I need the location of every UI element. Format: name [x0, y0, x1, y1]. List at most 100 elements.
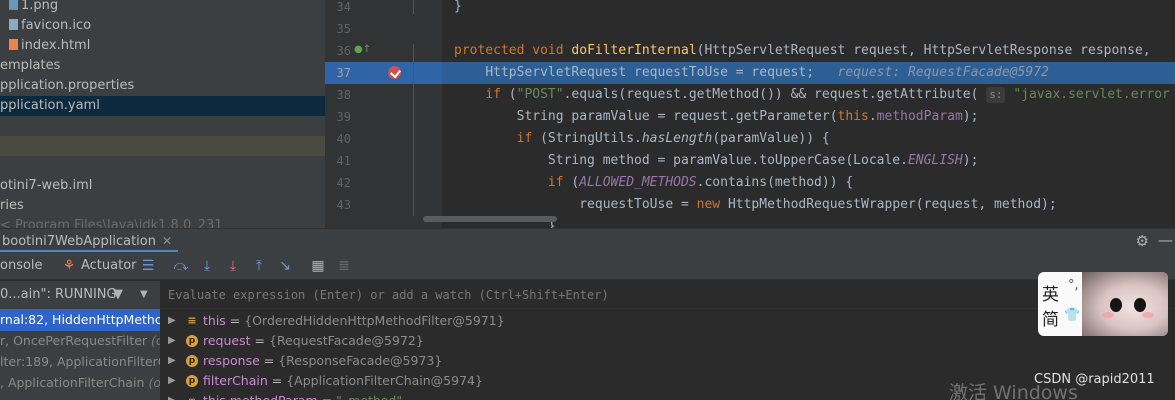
variable-name: filterChain	[203, 373, 268, 388]
code-token: String paramValue = request.getParameter…	[516, 109, 838, 124]
tree-item[interactable]: pplication.yaml	[0, 96, 325, 116]
tree-item[interactable]: index.html	[0, 36, 325, 56]
line-number: 39	[336, 110, 351, 124]
code-token: doFilterInternal	[571, 43, 697, 58]
minimize-icon[interactable]: —	[1158, 231, 1173, 249]
parameter-icon: p	[186, 335, 198, 347]
ime-lang-label: 英	[1042, 285, 1059, 305]
variable-row[interactable]: ▶ ≡ this = {OrderedHiddenHttpMethodFilter@…	[161, 311, 1175, 331]
variable-value: "_method"	[336, 393, 402, 400]
stack-frame-label: r, OncePerRequestFilter	[0, 333, 152, 348]
tree-item-label: pplication.yaml	[0, 98, 100, 113]
code-line[interactable]: requestToUse = new HttpMethodRequestWrap…	[454, 194, 1056, 216]
stack-frame[interactable]: r, OncePerRequestFilter (org	[0, 330, 160, 352]
code-token: if	[547, 175, 572, 190]
layout-menu-icon[interactable]: ☰	[139, 257, 157, 275]
editor-horizontal-scrollbar[interactable]	[423, 216, 557, 222]
tab-debug-session[interactable]: bootini7WebApplication ✕	[0, 229, 179, 253]
step-out-icon[interactable]: ⤒	[250, 257, 268, 275]
code-line[interactable]: }	[454, 0, 462, 18]
code-token: (paramValue)) {	[712, 131, 830, 146]
code-token: "javax.servlet.error	[1013, 87, 1170, 102]
force-step-into-icon[interactable]: ⤓	[224, 257, 242, 275]
code-line[interactable]: if (StringUtils.hasLength(paramValue)) {	[454, 128, 830, 150]
inline-value-hint: request: RequestFacade@5972	[814, 65, 1049, 80]
variable-value: {RequestFacade@5972}	[268, 333, 424, 348]
tree-item[interactable]	[0, 156, 325, 176]
cat-avatar	[1082, 272, 1168, 336]
variable-value: {OrderedHiddenHttpMethodFilter@5971}	[244, 313, 505, 328]
tree-item-label: < Program Files\Java\jdk1.8.0_231	[0, 218, 223, 228]
line-number: 37	[336, 66, 351, 80]
gear-icon[interactable]: ⚙	[1136, 232, 1149, 250]
tree-item[interactable]: 1.png	[0, 0, 325, 16]
breakpoint-icon[interactable]	[388, 66, 401, 79]
tab-actuator[interactable]: Actuator	[81, 252, 137, 280]
ime-status-widget[interactable]: 英 °, 简 👕	[1038, 272, 1168, 336]
stack-frame[interactable]: rnal:82, HiddenHttpMethodF	[0, 309, 160, 331]
code-token: .equals(request.getMethod()) && request.…	[563, 87, 987, 102]
code-token: if	[516, 131, 541, 146]
debug-tool-window-header: bootini7WebApplication ✕ ⚙ —	[0, 228, 1175, 253]
line-number: 34	[336, 0, 351, 14]
watch-icon: ∞	[186, 395, 198, 400]
tree-item[interactable]: < Program Files\Java\jdk1.8.0_231	[0, 216, 325, 228]
filter-icon[interactable]: ▼	[113, 281, 123, 309]
tree-item-label: index.html	[21, 38, 91, 53]
variable-name: this	[203, 313, 226, 328]
fold-guide	[413, 44, 414, 216]
code-token: );	[962, 153, 979, 168]
code-line[interactable]: protected void doFilterInternal(HttpServ…	[454, 40, 1158, 62]
thread-selector[interactable]: 0...ain": RUNNING ▼ ▼	[0, 281, 160, 309]
code-line[interactable]: if (ALLOWED_METHODS.contains(method)) {	[454, 172, 853, 194]
override-marker-icon[interactable]: ●↑	[354, 44, 371, 55]
expand-arrow-icon[interactable]: ▶	[168, 391, 176, 400]
step-into-icon[interactable]: ⤓	[198, 257, 216, 275]
code-token: protected	[454, 43, 533, 58]
stack-frame[interactable]: , ApplicationFilterChain (org	[0, 372, 160, 394]
expand-arrow-icon[interactable]: ▶	[168, 331, 176, 351]
ime-script-label: 简	[1042, 310, 1059, 330]
tree-item[interactable]: otini7-web.iml	[0, 176, 325, 196]
code-line[interactable]: HttpServletRequest requestToUse = reques…	[454, 62, 1049, 84]
tree-item-label: ries	[0, 198, 24, 213]
code-line[interactable]: String method = paramValue.toUpperCase(L…	[454, 150, 978, 172]
debug-session-title: bootini7WebApplication	[2, 234, 156, 249]
step-over-icon[interactable]: ⤼	[172, 257, 190, 275]
tree-item[interactable]: ries	[0, 196, 325, 216]
tree-item[interactable]: favicon.ico	[0, 16, 325, 36]
expand-arrow-icon[interactable]: ▶	[168, 371, 176, 391]
tree-item-label: otini7-web.iml	[0, 178, 93, 193]
parameter-icon: p	[186, 355, 198, 367]
line-number: 40	[336, 132, 351, 146]
code-token: String method = paramValue.toUpperCase(L…	[547, 153, 908, 168]
trace-stream-icon: ≣	[338, 258, 350, 274]
expand-arrow-icon[interactable]: ▶	[168, 351, 176, 371]
tab-console[interactable]: onsole	[0, 252, 43, 280]
csdn-watermark: CSDN @rapid2011	[1034, 372, 1155, 387]
close-icon[interactable]: ✕	[162, 234, 172, 248]
chevron-down-icon[interactable]: ▼	[140, 281, 148, 309]
line-number: 38	[336, 88, 351, 102]
variable-row[interactable]: ▶ p response = {ResponseFacade@5973}	[161, 351, 1175, 371]
tree-item[interactable]: emplates	[0, 56, 325, 76]
field-icon: ≡	[187, 314, 197, 327]
code-token: requestToUse =	[579, 197, 697, 212]
code-token: (HttpServletRequest request, HttpServlet…	[696, 43, 1159, 58]
code-token: hasLength	[641, 131, 713, 146]
variable-row[interactable]: ▶ p request = {RequestFacade@5972}	[161, 331, 1175, 351]
evaluate-expression-input[interactable]: Evaluate expression (Enter) or add a wat…	[161, 281, 1175, 309]
code-line[interactable]: if ("POST".equals(request.getMethod()) &…	[454, 84, 1170, 106]
tree-item[interactable]	[0, 116, 325, 136]
parameter-icon: p	[186, 375, 198, 387]
tree-item[interactable]	[0, 136, 325, 156]
code-line[interactable]: String paramValue = request.getParameter…	[454, 106, 979, 128]
run-to-cursor-icon[interactable]: ↘	[276, 257, 294, 275]
expand-arrow-icon[interactable]: ▶	[168, 311, 176, 331]
code-token: if	[485, 87, 509, 102]
evaluate-expression-icon[interactable]: ▦	[309, 257, 327, 275]
stack-frame[interactable]: lter:189, ApplicationFilterCh	[0, 351, 160, 373]
tree-item-label: favicon.ico	[21, 18, 92, 33]
tree-item[interactable]: pplication.properties	[0, 76, 325, 96]
png-file-icon	[9, 0, 18, 10]
